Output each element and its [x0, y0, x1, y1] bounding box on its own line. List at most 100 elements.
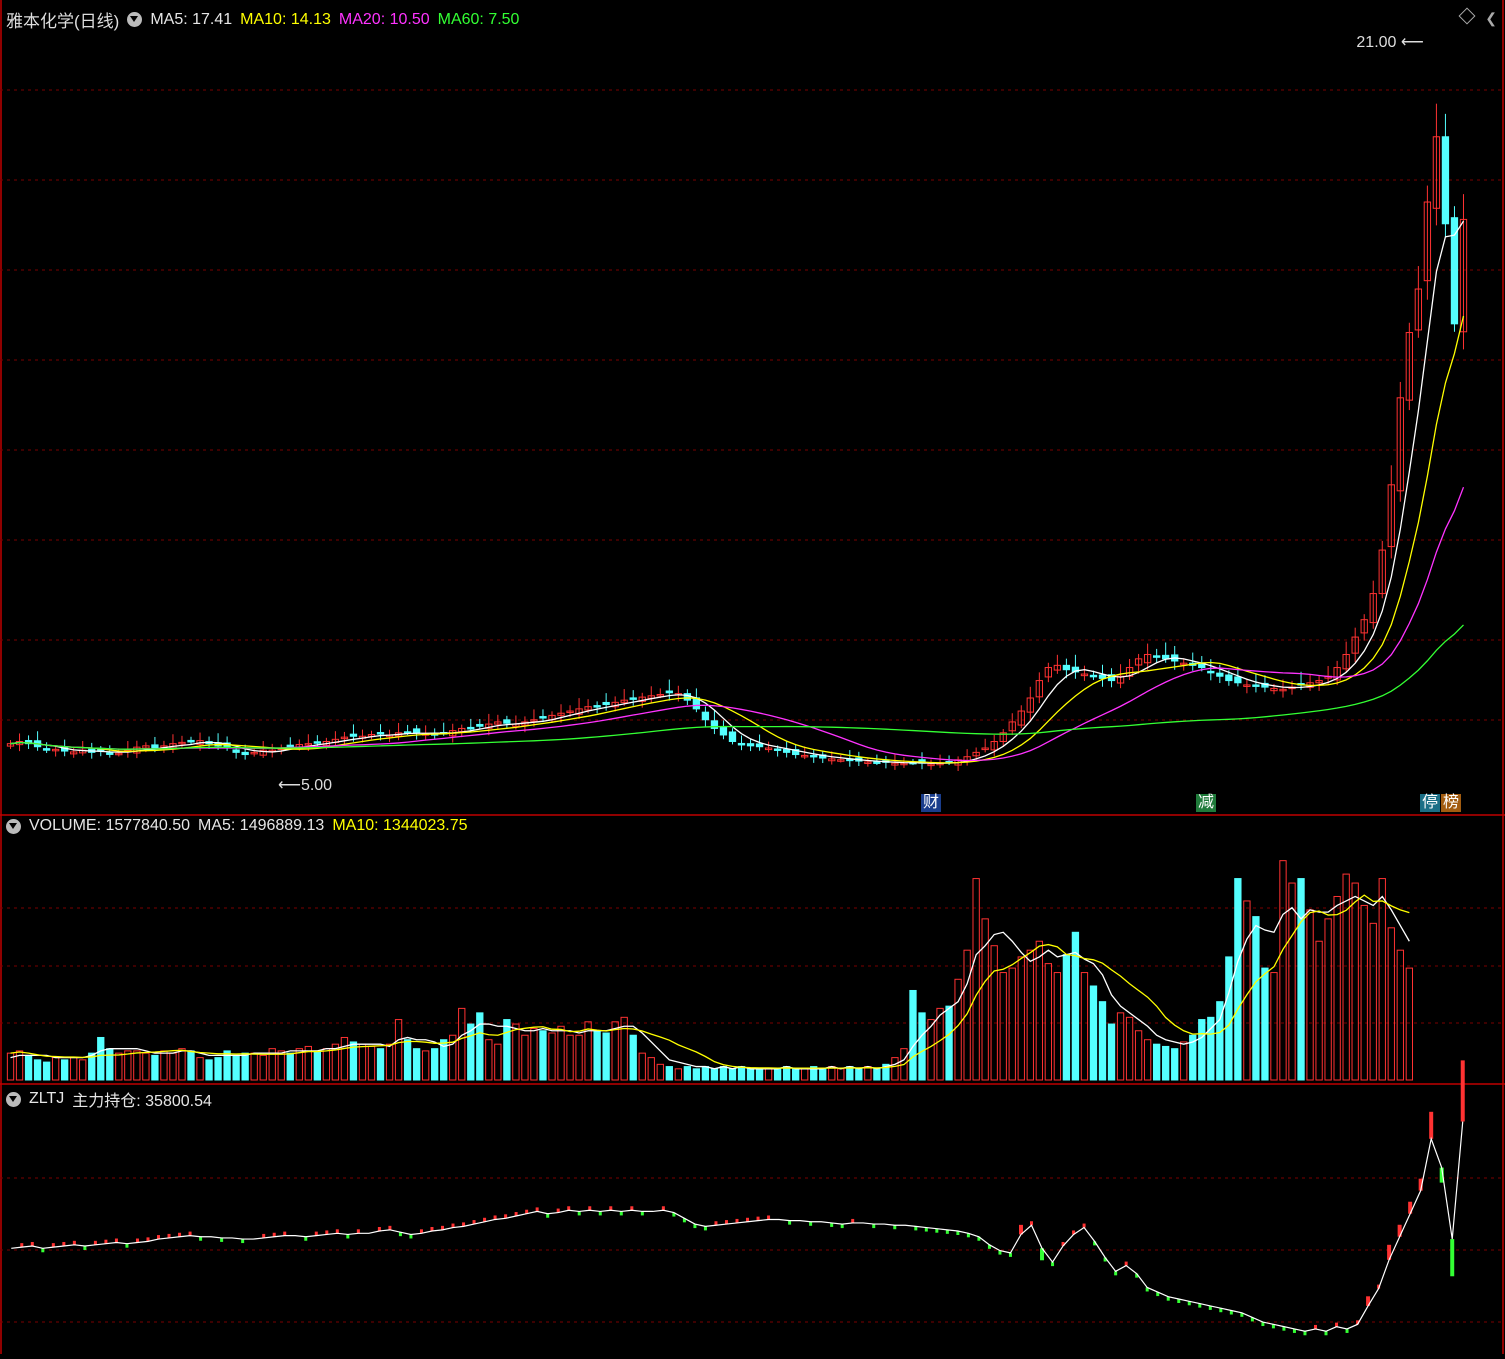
volume-bar	[999, 972, 1007, 1081]
candle-body	[232, 749, 240, 753]
candle-body	[719, 726, 728, 736]
volume-bar	[674, 1068, 682, 1081]
volume-bar	[1062, 954, 1071, 1081]
event-badge[interactable]: 财	[921, 794, 942, 812]
volume-bar	[476, 1012, 484, 1081]
volume-bar	[1306, 909, 1314, 1081]
volume-bar	[1315, 940, 1323, 1081]
volume-bar	[1098, 1001, 1107, 1081]
chevron-down-icon[interactable]	[6, 1091, 21, 1107]
chevron-left-icon[interactable]: ❮	[1485, 10, 1497, 27]
candle-body	[1152, 655, 1161, 658]
volume-bar	[963, 949, 971, 1081]
candle-body	[746, 743, 755, 747]
candle-body	[106, 752, 114, 755]
candle-body	[701, 711, 710, 721]
volume-bar	[33, 1059, 42, 1081]
candle-body	[1252, 684, 1260, 687]
volume-bar	[214, 1057, 222, 1081]
ma10-label: MA10: 14.13	[240, 10, 331, 28]
ma20-label: MA20: 10.50	[338, 10, 430, 28]
volume-bar	[683, 1066, 692, 1081]
volume-bar	[539, 1030, 547, 1081]
volume-bar	[403, 1039, 412, 1081]
volume-bar	[1008, 967, 1016, 1081]
volume-bar	[79, 1059, 87, 1081]
candle-body	[737, 742, 746, 746]
candle-body	[629, 697, 637, 700]
volume-bar	[764, 1068, 773, 1081]
volume-bar	[51, 1057, 60, 1081]
volume-bar	[1387, 927, 1395, 1081]
volume-bar	[485, 1039, 493, 1081]
volume-bar	[864, 1066, 872, 1081]
event-badge[interactable]: 减	[1196, 794, 1217, 812]
volume-bar	[1107, 1023, 1116, 1081]
volume-bar	[801, 1068, 809, 1081]
volume-bar	[656, 1063, 664, 1081]
candle-body	[376, 732, 385, 735]
volume-bar	[106, 1048, 114, 1081]
volume-bar	[142, 1052, 150, 1081]
event-badge[interactable]: 停	[1420, 794, 1441, 812]
volume-bar	[1360, 904, 1368, 1081]
volume-bar	[151, 1054, 159, 1081]
volume-bar	[421, 1050, 430, 1081]
candle-body	[412, 728, 421, 734]
chevron-down-icon[interactable]	[127, 12, 143, 27]
chart-stage: 21.00 ⟵ ⟵5.00 雅本化学(日线) MA5: 17.41 MA10: 1…	[0, 0, 1505, 1354]
volume-bar	[737, 1066, 746, 1081]
volume-bar	[521, 1034, 529, 1081]
volume-bar	[431, 1048, 439, 1081]
stock-title[interactable]: 雅本化学(日线)	[6, 7, 119, 32]
volume-bar	[629, 1034, 637, 1081]
volume-bar	[187, 1050, 195, 1081]
volume-bar	[530, 1028, 538, 1081]
volume-bar	[647, 1057, 655, 1081]
candle-body	[503, 719, 511, 724]
volume-bar	[169, 1052, 177, 1081]
candle-body	[755, 743, 764, 748]
volume-panel-header: VOLUME: 1577840.50 MA5: 1496889.13 MA10:…	[6, 817, 468, 835]
candle-body	[187, 739, 195, 743]
price-panel-header: 雅本化学(日线) MA5: 17.41 MA10: 14.13 MA20: 10…	[6, 7, 519, 32]
volume-ma5-label: MA5: 1496889.13	[198, 817, 325, 834]
chevron-down-icon[interactable]	[6, 818, 21, 834]
volume-bar	[1134, 1030, 1143, 1081]
volume-bar	[1297, 878, 1305, 1081]
volume-bar	[710, 1068, 719, 1081]
volume-bar	[250, 1052, 258, 1081]
volume-bar	[1405, 967, 1413, 1081]
volume-bar	[819, 1068, 827, 1081]
volume-bar	[376, 1048, 385, 1081]
low-price-marker: ⟵5.00	[278, 777, 332, 794]
volume-bar	[692, 1068, 701, 1081]
volume-bar	[548, 1032, 556, 1081]
candle-body	[1441, 136, 1450, 225]
volume-bar	[1152, 1043, 1161, 1081]
candle-body	[1089, 674, 1098, 678]
volume-bar	[665, 1066, 673, 1081]
volume-bar	[1044, 963, 1053, 1081]
volume-bar	[160, 1050, 168, 1081]
volume-bar	[837, 1068, 845, 1081]
volume-bar	[232, 1054, 240, 1081]
volume-bar	[936, 1007, 944, 1081]
volume-bar	[873, 1068, 881, 1081]
volume-bar	[367, 1045, 376, 1081]
candle-body	[1216, 672, 1224, 677]
event-badge[interactable]: 榜	[1441, 794, 1462, 812]
candle-body	[665, 690, 673, 694]
volume-bar	[1143, 1039, 1152, 1081]
kline-chart-svg[interactable]: 21.00 ⟵ ⟵5.00	[0, 0, 1505, 1354]
volume-bar	[241, 1052, 249, 1081]
volume-bar	[1162, 1045, 1170, 1081]
volume-bar	[855, 1068, 863, 1081]
volume-bar	[42, 1061, 51, 1081]
high-price-marker: 21.00 ⟵	[1356, 34, 1423, 51]
volume-bar	[277, 1050, 285, 1081]
volume-bar	[566, 1034, 574, 1081]
volume-bar	[972, 878, 980, 1081]
ma10-line	[10, 315, 1465, 764]
volume-bar	[954, 978, 962, 1081]
